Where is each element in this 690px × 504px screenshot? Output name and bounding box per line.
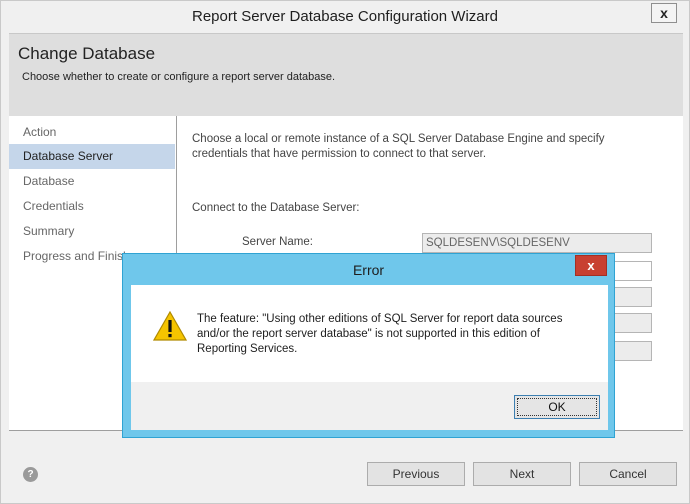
error-message-area: The feature: "Using other editions of SQ…	[131, 285, 608, 382]
error-dialog: Error x The feature: "Using other editio…	[122, 253, 615, 438]
wizard-footer: ? Previous Next Cancel	[9, 432, 683, 502]
window-close-button[interactable]: x	[651, 3, 677, 23]
server-name-field[interactable]: SQLDESENV\SQLDESENV	[422, 233, 652, 253]
page-title: Change Database	[18, 44, 156, 63]
next-button[interactable]: Next	[473, 462, 571, 486]
content-description: Choose a local or remote instance of a S…	[192, 133, 605, 160]
warning-icon	[153, 311, 187, 341]
nav-item-summary[interactable]: Summary	[9, 219, 175, 244]
cancel-button[interactable]: Cancel	[579, 462, 677, 486]
nav-item-database-server[interactable]: Database Server	[9, 144, 175, 169]
error-dialog-button-bar: OK	[131, 382, 608, 430]
page-subtitle: Choose whether to create or configure a …	[22, 71, 336, 83]
help-icon[interactable]: ?	[23, 467, 38, 482]
nav-item-action[interactable]: Action	[9, 120, 175, 145]
nav-item-database[interactable]: Database	[9, 169, 175, 194]
window-title: Report Server Database Configuration Wiz…	[192, 8, 498, 25]
connect-label: Connect to the Database Server:	[192, 202, 360, 214]
window-titlebar: Report Server Database Configuration Wiz…	[1, 1, 689, 33]
error-message: The feature: "Using other editions of SQ…	[197, 313, 563, 355]
server-name-label: Server Name:	[242, 236, 313, 248]
ok-button[interactable]: OK	[514, 395, 600, 419]
previous-button[interactable]: Previous	[367, 462, 465, 486]
wizard-header: Change Database Choose whether to create…	[9, 33, 683, 116]
error-dialog-title: Error	[352, 262, 385, 278]
error-dialog-close-button[interactable]: x	[575, 255, 607, 276]
nav-item-credentials[interactable]: Credentials	[9, 194, 175, 219]
